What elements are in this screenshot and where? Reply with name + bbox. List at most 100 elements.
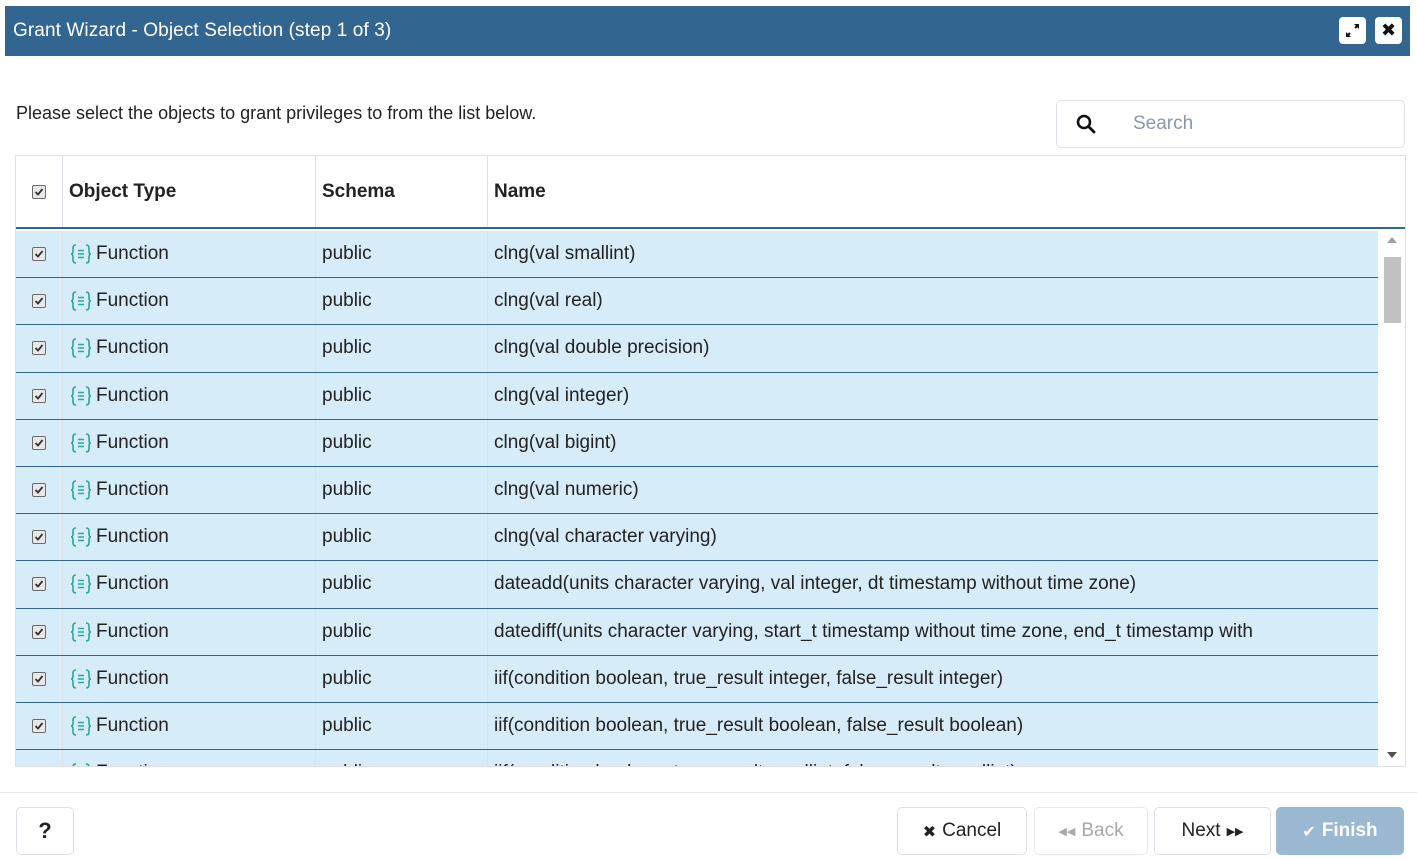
- row-checkbox[interactable]: [32, 671, 46, 686]
- row-checkbox[interactable]: [32, 577, 46, 592]
- row-checkbox[interactable]: [32, 483, 46, 498]
- name-cell: iif(condition boolean, true_result integ…: [494, 667, 1004, 689]
- row-checkbox[interactable]: [32, 530, 46, 545]
- schema-cell: public: [316, 655, 488, 702]
- schema-cell: public: [316, 231, 488, 278]
- fast-backward-icon: ◀◀: [1058, 824, 1076, 838]
- function-icon: [69, 243, 93, 265]
- grid-header: Object Type Schema Name: [16, 156, 1405, 229]
- column-header-name[interactable]: Name: [488, 156, 1378, 227]
- column-header-schema[interactable]: Schema: [316, 156, 488, 227]
- name-cell: dateadd(units character varying, val int…: [494, 573, 1137, 595]
- dialog-titlebar: Grant Wizard - Object Selection (step 1 …: [5, 6, 1410, 56]
- column-header-object-type[interactable]: Object Type: [63, 156, 316, 227]
- check-icon: [34, 250, 44, 258]
- scroll-down-arrow-icon[interactable]: [1387, 752, 1397, 758]
- object-type-cell: Function: [63, 231, 316, 278]
- function-icon: [69, 573, 93, 595]
- row-checkbox[interactable]: [32, 341, 46, 356]
- object-type-label: Function: [96, 243, 169, 265]
- object-type-cell: Function: [63, 655, 316, 702]
- finish-button[interactable]: ✔ Finish: [1276, 807, 1404, 855]
- function-icon: [69, 432, 93, 454]
- search-box[interactable]: [1056, 100, 1405, 148]
- name-cell: clng(val numeric): [494, 479, 639, 501]
- object-type-label: Function: [96, 479, 169, 501]
- row-check-cell: [16, 561, 63, 608]
- object-type-cell: Function: [63, 561, 316, 608]
- object-type-label: Function: [96, 667, 169, 689]
- schema-cell: public: [316, 608, 488, 655]
- table-row[interactable]: Function public clng(val character varying…: [16, 514, 1378, 562]
- vertical-scrollbar[interactable]: [1379, 231, 1405, 766]
- name-cell: clng(val bigint): [494, 431, 617, 453]
- dialog-title: Grant Wizard - Object Selection (step 1 …: [13, 20, 392, 41]
- object-type-label: Function: [96, 337, 169, 359]
- check-icon: [34, 580, 44, 589]
- name-cell: clng(val smallint): [494, 243, 636, 265]
- select-all-checkbox[interactable]: [32, 184, 46, 199]
- maximize-icon: [1346, 24, 1359, 37]
- check-icon: [34, 675, 44, 683]
- table-row[interactable]: Function public dateadd(units character va…: [16, 561, 1378, 609]
- object-type-label: Function: [96, 714, 169, 736]
- cancel-label: Cancel: [942, 820, 1002, 841]
- row-check-cell: [16, 608, 63, 655]
- back-button[interactable]: ◀◀ Back: [1034, 807, 1148, 855]
- table-row[interactable]: Function public clng(val real): [16, 278, 1378, 326]
- name-cell: clng(val character varying): [494, 526, 717, 548]
- row-check-cell: [16, 372, 63, 419]
- maximize-button[interactable]: [1339, 17, 1366, 44]
- object-type-cell: Function: [63, 466, 316, 514]
- function-icon: [69, 621, 93, 643]
- table-row[interactable]: Function public clng(val double precision): [16, 325, 1378, 373]
- scroll-up-arrow-icon[interactable]: [1387, 237, 1397, 243]
- object-type-label: Function: [96, 526, 169, 548]
- table-row[interactable]: Function public iif(condition boolean, tru…: [16, 702, 1378, 751]
- schema-cell: public: [316, 278, 488, 325]
- function-icon: [69, 385, 93, 407]
- function-icon: [69, 290, 93, 312]
- next-button[interactable]: Next ▶▶: [1154, 807, 1271, 855]
- instruction-text: Please select the objects to grant privi…: [16, 103, 537, 123]
- next-label: Next: [1181, 820, 1221, 841]
- row-checkbox[interactable]: [32, 435, 46, 450]
- search-input[interactable]: [1115, 113, 1385, 135]
- table-row[interactable]: Function public clng(val numeric): [16, 466, 1378, 515]
- table-row[interactable]: Function public clng(val bigint): [16, 419, 1378, 467]
- row-checkbox[interactable]: [32, 294, 46, 309]
- row-check-cell: [16, 655, 63, 702]
- row-checkbox[interactable]: [32, 388, 46, 403]
- checkmark-icon: ✔: [1302, 821, 1316, 841]
- fast-forward-icon: ▶▶: [1226, 824, 1244, 838]
- object-type-cell: Function: [63, 514, 316, 561]
- row-check-cell: [16, 419, 63, 466]
- help-button[interactable]: ?: [16, 807, 74, 855]
- close-icon: ✖: [922, 821, 937, 841]
- row-checkbox[interactable]: [32, 247, 46, 262]
- schema-cell: public: [316, 702, 488, 750]
- schema-cell: public: [316, 466, 488, 514]
- check-icon: [34, 722, 44, 730]
- name-cell: iif(condition boolean, true_result boole…: [494, 714, 1024, 736]
- row-check-cell: [16, 325, 63, 372]
- close-icon: ✖: [1380, 20, 1397, 41]
- object-type-label: Function: [96, 620, 169, 642]
- table-row[interactable]: Function public clng(val integer): [16, 372, 1378, 420]
- schema-cell: public: [316, 419, 488, 466]
- cancel-button[interactable]: ✖ Cancel: [897, 807, 1027, 855]
- table-row[interactable]: Function public clng(val smallint): [16, 231, 1378, 279]
- scrollbar-thumb[interactable]: [1384, 257, 1401, 323]
- table-row[interactable]: Function public datediff(units character v…: [16, 608, 1378, 656]
- row-checkbox[interactable]: [32, 624, 46, 639]
- check-icon: [34, 486, 44, 494]
- object-type-cell: Function: [63, 372, 316, 419]
- close-button[interactable]: ✖: [1375, 17, 1402, 44]
- table-row[interactable]: Function public iif(condition boolean, tru…: [16, 655, 1378, 703]
- schema-cell: public: [316, 750, 488, 766]
- object-type-cell: Function: [63, 750, 316, 766]
- row-checkbox[interactable]: [32, 718, 46, 733]
- name-cell: clng(val integer): [494, 384, 630, 406]
- table-row[interactable]: Functionpubliciif(condition boolean, tru…: [16, 750, 1378, 767]
- row-checkbox[interactable]: [32, 766, 46, 767]
